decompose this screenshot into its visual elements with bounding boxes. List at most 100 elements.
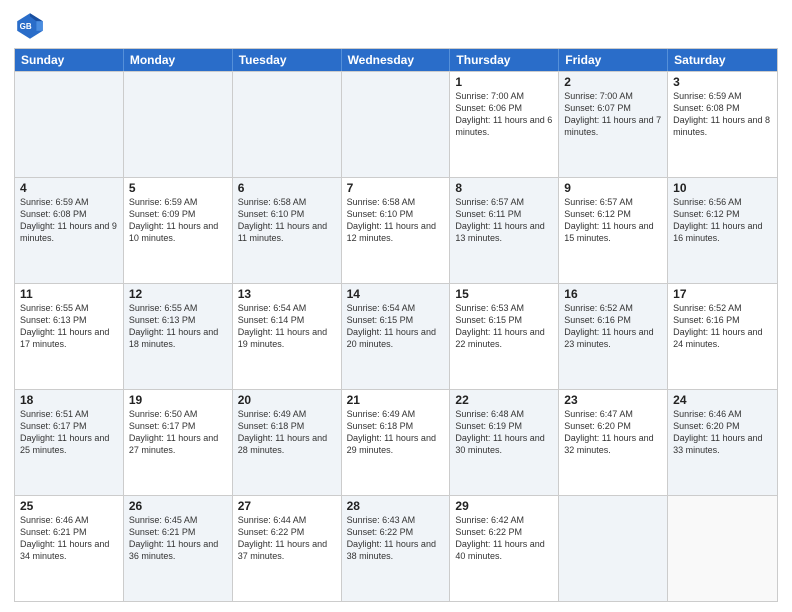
calendar-header: SundayMondayTuesdayWednesdayThursdayFrid… [15, 49, 777, 71]
day-cell-15: 15Sunrise: 6:53 AM Sunset: 6:15 PM Dayli… [450, 284, 559, 389]
calendar-row-2: 11Sunrise: 6:55 AM Sunset: 6:13 PM Dayli… [15, 283, 777, 389]
day-number: 13 [238, 287, 336, 301]
day-number: 29 [455, 499, 553, 513]
day-info: Sunrise: 6:49 AM Sunset: 6:18 PM Dayligh… [238, 408, 336, 457]
day-cell-19: 19Sunrise: 6:50 AM Sunset: 6:17 PM Dayli… [124, 390, 233, 495]
day-cell-28: 28Sunrise: 6:43 AM Sunset: 6:22 PM Dayli… [342, 496, 451, 601]
day-info: Sunrise: 6:57 AM Sunset: 6:11 PM Dayligh… [455, 196, 553, 245]
day-info: Sunrise: 6:43 AM Sunset: 6:22 PM Dayligh… [347, 514, 445, 563]
day-info: Sunrise: 6:44 AM Sunset: 6:22 PM Dayligh… [238, 514, 336, 563]
day-info: Sunrise: 6:46 AM Sunset: 6:20 PM Dayligh… [673, 408, 772, 457]
header: GB [14, 10, 778, 42]
day-cell-13: 13Sunrise: 6:54 AM Sunset: 6:14 PM Dayli… [233, 284, 342, 389]
day-number: 27 [238, 499, 336, 513]
day-number: 19 [129, 393, 227, 407]
day-number: 18 [20, 393, 118, 407]
day-cell-23: 23Sunrise: 6:47 AM Sunset: 6:20 PM Dayli… [559, 390, 668, 495]
day-cell-10: 10Sunrise: 6:56 AM Sunset: 6:12 PM Dayli… [668, 178, 777, 283]
day-number: 12 [129, 287, 227, 301]
day-number: 14 [347, 287, 445, 301]
day-info: Sunrise: 6:55 AM Sunset: 6:13 PM Dayligh… [129, 302, 227, 351]
logo: GB [14, 10, 50, 42]
day-header-wednesday: Wednesday [342, 49, 451, 71]
day-number: 7 [347, 181, 445, 195]
empty-cell-0-0 [15, 72, 124, 177]
page: GB SundayMondayTuesdayWednesdayThursdayF… [0, 0, 792, 612]
day-number: 24 [673, 393, 772, 407]
day-info: Sunrise: 6:51 AM Sunset: 6:17 PM Dayligh… [20, 408, 118, 457]
day-cell-2: 2Sunrise: 7:00 AM Sunset: 6:07 PM Daylig… [559, 72, 668, 177]
day-cell-16: 16Sunrise: 6:52 AM Sunset: 6:16 PM Dayli… [559, 284, 668, 389]
day-cell-17: 17Sunrise: 6:52 AM Sunset: 6:16 PM Dayli… [668, 284, 777, 389]
day-info: Sunrise: 6:48 AM Sunset: 6:19 PM Dayligh… [455, 408, 553, 457]
day-info: Sunrise: 6:46 AM Sunset: 6:21 PM Dayligh… [20, 514, 118, 563]
empty-cell-0-3 [342, 72, 451, 177]
day-info: Sunrise: 6:59 AM Sunset: 6:09 PM Dayligh… [129, 196, 227, 245]
day-info: Sunrise: 6:58 AM Sunset: 6:10 PM Dayligh… [238, 196, 336, 245]
day-cell-20: 20Sunrise: 6:49 AM Sunset: 6:18 PM Dayli… [233, 390, 342, 495]
day-cell-9: 9Sunrise: 6:57 AM Sunset: 6:12 PM Daylig… [559, 178, 668, 283]
day-info: Sunrise: 6:57 AM Sunset: 6:12 PM Dayligh… [564, 196, 662, 245]
day-number: 8 [455, 181, 553, 195]
day-info: Sunrise: 6:42 AM Sunset: 6:22 PM Dayligh… [455, 514, 553, 563]
calendar-row-1: 4Sunrise: 6:59 AM Sunset: 6:08 PM Daylig… [15, 177, 777, 283]
day-number: 4 [20, 181, 118, 195]
day-number: 26 [129, 499, 227, 513]
svg-text:GB: GB [20, 22, 32, 31]
day-cell-1: 1Sunrise: 7:00 AM Sunset: 6:06 PM Daylig… [450, 72, 559, 177]
day-info: Sunrise: 6:52 AM Sunset: 6:16 PM Dayligh… [564, 302, 662, 351]
day-number: 3 [673, 75, 772, 89]
day-info: Sunrise: 6:59 AM Sunset: 6:08 PM Dayligh… [673, 90, 772, 139]
day-cell-27: 27Sunrise: 6:44 AM Sunset: 6:22 PM Dayli… [233, 496, 342, 601]
empty-cell-0-1 [124, 72, 233, 177]
day-info: Sunrise: 6:49 AM Sunset: 6:18 PM Dayligh… [347, 408, 445, 457]
day-cell-4: 4Sunrise: 6:59 AM Sunset: 6:08 PM Daylig… [15, 178, 124, 283]
day-info: Sunrise: 6:45 AM Sunset: 6:21 PM Dayligh… [129, 514, 227, 563]
day-number: 23 [564, 393, 662, 407]
day-header-monday: Monday [124, 49, 233, 71]
day-info: Sunrise: 6:47 AM Sunset: 6:20 PM Dayligh… [564, 408, 662, 457]
day-number: 1 [455, 75, 553, 89]
day-cell-12: 12Sunrise: 6:55 AM Sunset: 6:13 PM Dayli… [124, 284, 233, 389]
day-info: Sunrise: 6:52 AM Sunset: 6:16 PM Dayligh… [673, 302, 772, 351]
day-number: 10 [673, 181, 772, 195]
day-cell-18: 18Sunrise: 6:51 AM Sunset: 6:17 PM Dayli… [15, 390, 124, 495]
day-cell-14: 14Sunrise: 6:54 AM Sunset: 6:15 PM Dayli… [342, 284, 451, 389]
day-number: 11 [20, 287, 118, 301]
day-cell-24: 24Sunrise: 6:46 AM Sunset: 6:20 PM Dayli… [668, 390, 777, 495]
empty-cell-4-6 [668, 496, 777, 601]
day-header-sunday: Sunday [15, 49, 124, 71]
day-cell-8: 8Sunrise: 6:57 AM Sunset: 6:11 PM Daylig… [450, 178, 559, 283]
day-number: 25 [20, 499, 118, 513]
calendar-row-3: 18Sunrise: 6:51 AM Sunset: 6:17 PM Dayli… [15, 389, 777, 495]
calendar-row-0: 1Sunrise: 7:00 AM Sunset: 6:06 PM Daylig… [15, 71, 777, 177]
empty-cell-0-2 [233, 72, 342, 177]
day-number: 15 [455, 287, 553, 301]
day-info: Sunrise: 6:58 AM Sunset: 6:10 PM Dayligh… [347, 196, 445, 245]
calendar-row-4: 25Sunrise: 6:46 AM Sunset: 6:21 PM Dayli… [15, 495, 777, 601]
calendar-body: 1Sunrise: 7:00 AM Sunset: 6:06 PM Daylig… [15, 71, 777, 601]
day-number: 28 [347, 499, 445, 513]
day-header-tuesday: Tuesday [233, 49, 342, 71]
day-number: 21 [347, 393, 445, 407]
day-number: 5 [129, 181, 227, 195]
day-header-thursday: Thursday [450, 49, 559, 71]
day-cell-5: 5Sunrise: 6:59 AM Sunset: 6:09 PM Daylig… [124, 178, 233, 283]
day-cell-21: 21Sunrise: 6:49 AM Sunset: 6:18 PM Dayli… [342, 390, 451, 495]
day-cell-3: 3Sunrise: 6:59 AM Sunset: 6:08 PM Daylig… [668, 72, 777, 177]
day-info: Sunrise: 6:50 AM Sunset: 6:17 PM Dayligh… [129, 408, 227, 457]
day-number: 2 [564, 75, 662, 89]
day-number: 9 [564, 181, 662, 195]
day-cell-25: 25Sunrise: 6:46 AM Sunset: 6:21 PM Dayli… [15, 496, 124, 601]
day-cell-29: 29Sunrise: 6:42 AM Sunset: 6:22 PM Dayli… [450, 496, 559, 601]
day-info: Sunrise: 7:00 AM Sunset: 6:06 PM Dayligh… [455, 90, 553, 139]
day-cell-26: 26Sunrise: 6:45 AM Sunset: 6:21 PM Dayli… [124, 496, 233, 601]
day-cell-11: 11Sunrise: 6:55 AM Sunset: 6:13 PM Dayli… [15, 284, 124, 389]
day-info: Sunrise: 6:59 AM Sunset: 6:08 PM Dayligh… [20, 196, 118, 245]
day-header-saturday: Saturday [668, 49, 777, 71]
day-info: Sunrise: 6:56 AM Sunset: 6:12 PM Dayligh… [673, 196, 772, 245]
day-cell-7: 7Sunrise: 6:58 AM Sunset: 6:10 PM Daylig… [342, 178, 451, 283]
day-info: Sunrise: 6:55 AM Sunset: 6:13 PM Dayligh… [20, 302, 118, 351]
day-cell-6: 6Sunrise: 6:58 AM Sunset: 6:10 PM Daylig… [233, 178, 342, 283]
day-number: 20 [238, 393, 336, 407]
